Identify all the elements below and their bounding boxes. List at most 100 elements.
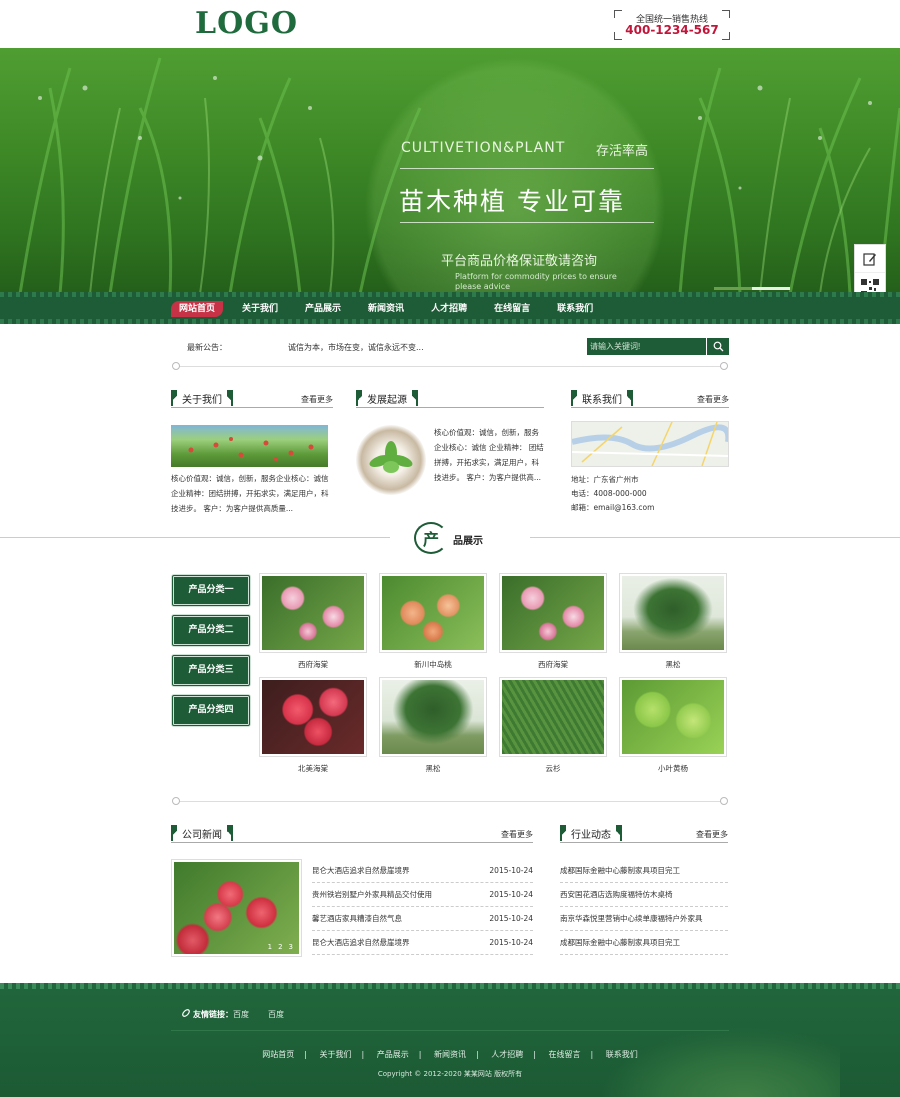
slider-dot-active[interactable] (752, 287, 790, 290)
industry-news-row[interactable]: 成都国际金融中心藤制家具项目完工 (560, 859, 728, 883)
nav-item-jobs[interactable]: 人才招聘 (423, 301, 475, 317)
industry-news-more-link[interactable]: 查看更多 (696, 829, 728, 840)
edit-icon[interactable] (855, 245, 885, 273)
about-more-link[interactable]: 查看更多 (301, 394, 333, 405)
product-name: 云杉 (545, 764, 561, 773)
footer-nav-message[interactable]: 在线留言 (549, 1050, 581, 1059)
slide-page[interactable]: 1 (268, 943, 272, 951)
banner-divider (400, 222, 654, 223)
footer-nav-home[interactable]: 网站首页 (262, 1050, 294, 1059)
contact-section-header: 联系我们 查看更多 (571, 389, 729, 408)
industry-news-row[interactable]: 成都国际金融中心藤制家具项目完工 (560, 931, 728, 955)
friend-link[interactable]: 百度 (233, 1009, 249, 1020)
nav-item-about[interactable]: 关于我们 (234, 301, 286, 317)
product-image (499, 677, 607, 757)
product-name: 新川中岛桃 (414, 660, 452, 669)
origin-text: 核心价值观：诚信，创新，服务企业核心：诚信 企业精神： 团结拼搏，开拓求实，满足… (434, 428, 544, 482)
category-button-2[interactable]: 产品分类二 (171, 614, 251, 647)
news-image: 123 (174, 862, 299, 954)
banner-tagline: 存活率高 (596, 144, 649, 159)
divider-ornament (172, 797, 180, 805)
slide-page[interactable]: 2 (278, 943, 282, 951)
origin-image (356, 425, 426, 495)
slider-dot[interactable] (714, 287, 752, 290)
footer-nav-about[interactable]: 关于我们 (320, 1050, 352, 1059)
copyright: Copyright © 2012-2020 某某网站 版权所有 (377, 1070, 523, 1078)
search-button[interactable] (706, 338, 729, 355)
footer-nav-jobs[interactable]: 人才招聘 (491, 1050, 523, 1059)
news-date: 2015-10-24 (489, 890, 533, 899)
divider-ornament (720, 362, 728, 370)
nav-item-products[interactable]: 产品展示 (297, 301, 349, 317)
industry-news-header: 行业动态 查看更多 (560, 824, 728, 843)
footer-divider (171, 1030, 729, 1031)
product-image (259, 677, 367, 757)
news-title[interactable]: 馨艺酒店家具糟漆自然气息 (312, 914, 402, 923)
search-icon (713, 341, 723, 352)
news-row[interactable]: 馨艺酒店家具糟漆自然气息 2015-10-24 (312, 907, 533, 931)
footer-nav-products[interactable]: 产品展示 (377, 1050, 409, 1059)
product-card[interactable]: 小叶黄杨 (619, 677, 727, 774)
news-row[interactable]: 昆仑大酒店追求自然悬崖境界 2015-10-24 (312, 931, 533, 955)
category-button-1[interactable]: 产品分类一 (171, 574, 251, 607)
news-slideshow[interactable]: 123 (171, 859, 302, 957)
friend-link[interactable]: 百度 (268, 1009, 284, 1020)
nav-item-message[interactable]: 在线留言 (486, 301, 538, 317)
news-row[interactable]: 贵州铁岩别墅户外家具精品交付使用 2015-10-24 (312, 883, 533, 907)
news-title[interactable]: 昆仑大酒店追求自然悬崖境界 (312, 938, 410, 947)
contact-map[interactable] (571, 421, 732, 467)
product-image (619, 677, 727, 757)
category-button-3[interactable]: 产品分类三 (171, 654, 251, 687)
industry-news-row[interactable]: 西安国花酒店选购度福特仿木桌椅 (560, 883, 728, 907)
hero-banner: CULTIVETION&PLANT 存活率高 苗木种植 专业可靠 平台商品价格保… (0, 48, 900, 294)
news-title[interactable]: 贵州铁岩别墅户外家具精品交付使用 (312, 890, 432, 899)
product-image (379, 573, 487, 653)
category-button-4[interactable]: 产品分类四 (171, 694, 251, 727)
hotline-box: 全国统一销售热线 400-1234-567 (614, 10, 730, 40)
friend-links-label: 友情链接： (193, 1010, 233, 1019)
nav-item-home[interactable]: 网站首页 (171, 301, 224, 317)
product-name: 小叶黄杨 (658, 764, 688, 773)
contact-more-link[interactable]: 查看更多 (697, 394, 729, 405)
slide-page[interactable]: 3 (289, 943, 293, 951)
slide-pagination: 123 (268, 943, 293, 951)
product-title-line (530, 537, 900, 538)
company-news-more-link[interactable]: 查看更多 (501, 829, 533, 840)
about-title: 关于我们 (182, 394, 222, 406)
product-image (619, 573, 727, 653)
company-news-title: 公司新闻 (182, 829, 222, 841)
banner-subtitle: 平台商品价格保证敬请咨询 (441, 254, 598, 269)
nav-item-contact[interactable]: 联系我们 (549, 301, 601, 317)
product-card[interactable]: 云杉 (499, 677, 607, 774)
divider-ornament (720, 797, 728, 805)
product-card[interactable]: 黑松 (619, 573, 727, 670)
product-title-badge: 产 (414, 522, 448, 554)
search-input[interactable] (590, 340, 705, 353)
product-card[interactable]: 新川中岛桃 (379, 573, 487, 670)
product-name: 黑松 (425, 764, 441, 773)
footer-nav-news[interactable]: 新闻资讯 (434, 1050, 466, 1059)
logo[interactable]: LOGO (195, 6, 298, 41)
footer (0, 983, 900, 1097)
product-card[interactable]: 西府海棠 (259, 573, 367, 670)
nav-item-news[interactable]: 新闻资讯 (360, 301, 412, 317)
product-card[interactable]: 西府海棠 (499, 573, 607, 670)
industry-news-row[interactable]: 南京华森悦里营销中心续单康福特户外家具 (560, 907, 728, 931)
about-image (171, 425, 328, 467)
notice-text[interactable]: 诚信为本，市场在变，诚信永远不变... (288, 342, 424, 353)
product-name: 黑松 (665, 660, 681, 669)
divider-ornament (172, 362, 180, 370)
footer-nav-contact[interactable]: 联系我们 (606, 1050, 638, 1059)
contact-title: 联系我们 (582, 394, 622, 406)
banner-english-title: CULTIVETION&PLANT (401, 140, 566, 156)
news-title[interactable]: 昆仑大酒店追求自然悬崖境界 (312, 866, 410, 875)
product-card[interactable]: 北美海棠 (259, 677, 367, 774)
contact-phone: 电话：4008-000-000 (571, 489, 647, 498)
origin-title: 发展起源 (367, 394, 407, 406)
contact-email: 邮箱：email@163.com (571, 503, 655, 512)
section-divider (176, 801, 724, 802)
news-row[interactable]: 昆仑大酒店追求自然悬崖境界 2015-10-24 (312, 859, 533, 883)
main-nav: 网站首页 关于我们 产品展示 新闻资讯 人才招聘 在线留言 联系我们 (171, 300, 612, 318)
product-image (499, 573, 607, 653)
product-card[interactable]: 黑松 (379, 677, 487, 774)
